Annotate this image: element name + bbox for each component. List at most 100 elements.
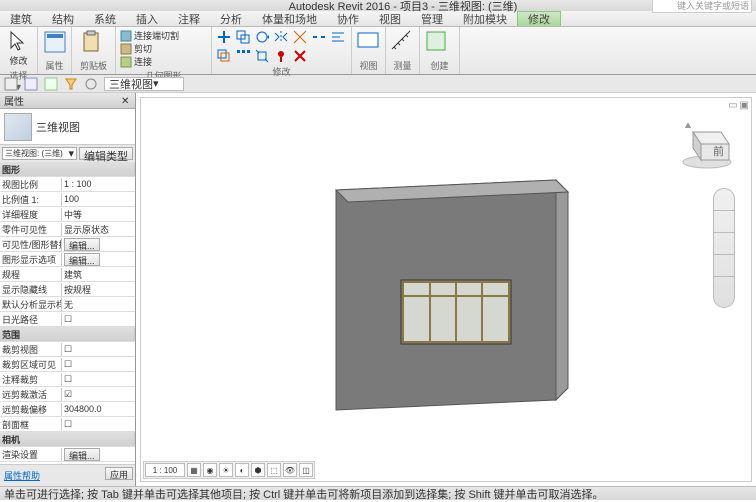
property-value[interactable]: ☐ (62, 359, 135, 370)
move-icon[interactable] (216, 29, 232, 45)
tab-massing[interactable]: 体量和场地 (252, 11, 327, 26)
edit-type-button[interactable]: 编辑类型 (79, 147, 133, 160)
property-row[interactable]: 裁剪视图☐ (0, 342, 135, 357)
measure-icon[interactable] (390, 29, 414, 53)
delete-icon[interactable] (292, 48, 308, 64)
align-icon[interactable] (330, 29, 346, 45)
scale-control[interactable]: 1 : 100 (145, 463, 185, 477)
detail-level-icon[interactable]: ▦ (187, 463, 201, 477)
steering-wheel-icon[interactable] (714, 189, 734, 211)
property-value[interactable]: 建筑 (62, 268, 135, 281)
properties-help-link[interactable]: 属性帮助 (2, 467, 42, 484)
qat-filter-icon[interactable] (64, 77, 78, 91)
property-value[interactable]: 304800.0 (62, 404, 135, 414)
property-row[interactable]: 显示隐藏线按规程 (0, 282, 135, 297)
rotate-icon[interactable] (254, 29, 270, 45)
property-value[interactable]: 中等 (62, 208, 135, 221)
properties-button[interactable] (42, 29, 67, 55)
tab-manage[interactable]: 管理 (411, 11, 453, 26)
mirror-icon[interactable] (273, 29, 289, 45)
property-value[interactable]: 显示原状态 (62, 223, 135, 236)
pan-icon[interactable] (714, 211, 734, 233)
apply-button[interactable]: 应用 (105, 467, 133, 480)
wall-model[interactable] (306, 150, 586, 430)
property-row[interactable]: 图形显示选项编辑... (0, 252, 135, 267)
scale-icon[interactable] (254, 48, 270, 64)
property-row[interactable]: 视图比例1 : 100 (0, 177, 135, 192)
property-value[interactable]: 1 : 100 (62, 179, 135, 189)
tab-collaborate[interactable]: 协作 (327, 11, 369, 26)
cope-label[interactable]: 连接端切割 (134, 29, 179, 42)
property-value[interactable]: ☑ (62, 389, 135, 400)
property-row[interactable]: 日光路径☐ (0, 312, 135, 327)
type-selector[interactable]: 三维视图 (0, 109, 135, 145)
offset-icon[interactable] (216, 48, 232, 64)
qat-hide-icon[interactable] (84, 77, 98, 91)
property-value[interactable]: ☐ (62, 314, 135, 325)
qat-home-icon[interactable] (4, 77, 18, 91)
property-row[interactable]: 裁剪区域可见☐ (0, 357, 135, 372)
property-row[interactable]: 剖面框☐ (0, 417, 135, 432)
qat-3d-icon[interactable] (44, 77, 58, 91)
pin-icon[interactable] (273, 48, 289, 64)
property-row[interactable]: 零件可见性显示原状态 (0, 222, 135, 237)
shadows-icon[interactable]: ◐ (235, 463, 249, 477)
tab-structure[interactable]: 结构 (42, 11, 84, 26)
array-icon[interactable] (235, 48, 251, 64)
minimize-icon[interactable]: ▭ (728, 100, 737, 111)
tab-annotate[interactable]: 注释 (168, 11, 210, 26)
tab-view[interactable]: 视图 (369, 11, 411, 26)
create-icon[interactable] (424, 29, 448, 53)
view-cube[interactable]: 前 (679, 114, 735, 170)
cut-label[interactable]: 剪切 (134, 42, 152, 55)
property-value[interactable]: 编辑... (62, 253, 135, 266)
cope-icon[interactable] (120, 30, 132, 42)
property-value[interactable]: 编辑... (62, 448, 135, 461)
property-row[interactable]: 渲染设置编辑... (0, 447, 135, 462)
property-row[interactable]: 远剪裁激活☑ (0, 387, 135, 402)
close-icon[interactable]: ✕ (121, 96, 131, 106)
cut-geom-icon[interactable] (120, 43, 132, 55)
property-value[interactable]: ☐ (62, 419, 135, 430)
edit-button[interactable]: 编辑... (64, 253, 100, 266)
orbit-icon[interactable] (714, 255, 734, 277)
property-value[interactable]: ☐ (62, 344, 135, 355)
property-row[interactable]: 规程建筑 (0, 267, 135, 282)
split-icon[interactable] (311, 29, 327, 45)
tab-analyze[interactable]: 分析 (210, 11, 252, 26)
view-combo[interactable]: 三维视图▾ (104, 77, 184, 91)
property-row[interactable]: 远剪裁偏移304800.0 (0, 402, 135, 417)
property-row[interactable]: 详细程度中等 (0, 207, 135, 222)
paste-button[interactable] (76, 29, 106, 55)
visual-style-icon[interactable]: ◉ (203, 463, 217, 477)
edit-button[interactable]: 编辑... (64, 238, 100, 251)
window-element[interactable] (403, 282, 509, 342)
tab-addins[interactable]: 附加模块 (453, 11, 517, 26)
qat-section-icon[interactable] (24, 77, 38, 91)
rendering-icon[interactable]: ⬢ (251, 463, 265, 477)
trim-icon[interactable] (292, 29, 308, 45)
property-value[interactable]: 编辑... (62, 238, 135, 251)
search-input[interactable]: 键入关键字或短语 (652, 0, 752, 13)
copy-icon[interactable] (235, 29, 251, 45)
section-header[interactable]: 相机 (0, 432, 135, 447)
maximize-icon[interactable]: ▣ (740, 100, 749, 111)
viewport-3d[interactable]: 前 1 : 100 ▦ ◉ ☀ ◐ ⬢ ⬚ 👁 ◫ (136, 93, 756, 486)
property-value[interactable]: 按规程 (62, 283, 135, 296)
view-icon[interactable] (356, 29, 380, 53)
join-label[interactable]: 连接 (134, 55, 152, 68)
sun-path-icon[interactable]: ☀ (219, 463, 233, 477)
zoom-icon[interactable] (714, 233, 734, 255)
hide-isolate-icon[interactable]: 👁 (283, 463, 297, 477)
property-value[interactable]: 100 (62, 194, 135, 204)
join-icon[interactable] (120, 56, 132, 68)
property-value[interactable]: 无 (62, 298, 135, 311)
modify-button[interactable]: 修改 (4, 29, 33, 68)
home-icon[interactable] (685, 122, 691, 128)
property-value[interactable]: ☐ (62, 374, 135, 385)
property-row[interactable]: 可见性/图形替换编辑... (0, 237, 135, 252)
property-row[interactable]: 比例值 1:100 (0, 192, 135, 207)
crop-icon[interactable]: ⬚ (267, 463, 281, 477)
section-header[interactable]: 范围 (0, 327, 135, 342)
reveal-hidden-icon[interactable]: ◫ (299, 463, 313, 477)
